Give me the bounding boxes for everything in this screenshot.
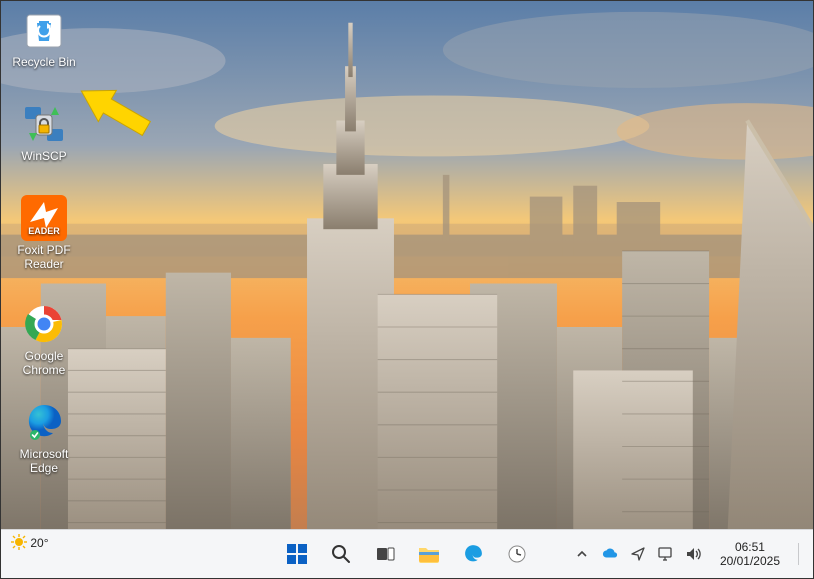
clock-date: 20/01/2025 xyxy=(720,554,780,568)
icon-label: Microsoft Edge xyxy=(7,447,81,475)
foxit-icon: EADER xyxy=(21,195,67,241)
weather-temp: 20° xyxy=(30,536,48,550)
folder-icon xyxy=(418,544,440,564)
monitor-icon xyxy=(658,547,674,561)
desktop-icon-foxit[interactable]: EADER Foxit PDF Reader xyxy=(7,195,81,271)
desktop-icon-winscp[interactable]: WinSCP xyxy=(7,101,81,163)
clock-time: 06:51 xyxy=(720,540,780,554)
cloud-icon xyxy=(602,547,618,561)
taskbar: 20° xyxy=(1,529,813,578)
icon-label: WinSCP xyxy=(7,149,81,163)
speaker-icon xyxy=(686,547,702,561)
tray-network[interactable] xyxy=(658,546,674,562)
windows-icon xyxy=(286,543,308,565)
start-button[interactable] xyxy=(284,541,310,567)
taskbar-clock[interactable]: 06:51 20/01/2025 xyxy=(720,540,780,568)
desktop-icon-recycle-bin[interactable]: Recycle Bin xyxy=(7,7,81,69)
search-icon xyxy=(331,544,351,564)
chevron-up-icon xyxy=(576,548,588,560)
edge-button[interactable] xyxy=(460,541,486,567)
tray-location[interactable] xyxy=(630,546,646,562)
annotation-arrow xyxy=(71,81,161,141)
winscp-icon xyxy=(21,101,67,147)
task-view-button[interactable] xyxy=(372,541,398,567)
svg-text:EADER: EADER xyxy=(28,226,60,236)
edge-icon xyxy=(462,543,484,565)
tray-onedrive[interactable] xyxy=(602,546,618,562)
desktop-icon-chrome[interactable]: Google Chrome xyxy=(7,301,81,377)
edge-icon xyxy=(21,399,67,445)
recycle-bin-icon xyxy=(21,7,67,53)
clock-app-button[interactable] xyxy=(504,541,530,567)
file-explorer-button[interactable] xyxy=(416,541,442,567)
clock-icon xyxy=(507,544,527,564)
taskbar-center xyxy=(284,541,530,567)
taskbar-weather[interactable]: 20° xyxy=(11,534,49,550)
tray-volume[interactable] xyxy=(686,546,702,562)
tray-overflow[interactable] xyxy=(574,546,590,562)
chrome-icon xyxy=(21,301,67,347)
taskview-icon xyxy=(375,544,395,564)
taskbar-tray: 06:51 20/01/2025 xyxy=(574,530,805,578)
icon-label: Google Chrome xyxy=(7,349,81,377)
sun-icon xyxy=(11,534,27,550)
desktop-icon-edge[interactable]: Microsoft Edge xyxy=(7,399,81,475)
icon-label: Foxit PDF Reader xyxy=(7,243,81,271)
taskbar-divider xyxy=(798,543,799,565)
send-icon xyxy=(631,547,645,561)
search-button[interactable] xyxy=(328,541,354,567)
icon-label: Recycle Bin xyxy=(7,55,81,69)
desktop[interactable]: Recycle Bin WinSCP EADER xyxy=(1,1,813,530)
